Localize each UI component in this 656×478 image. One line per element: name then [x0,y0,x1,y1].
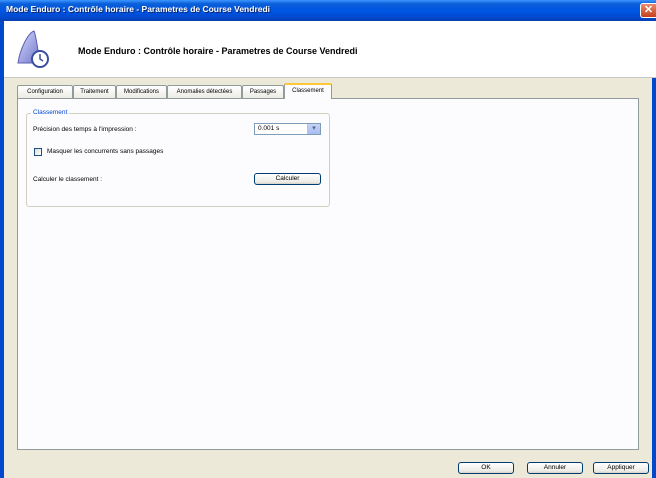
close-button[interactable]: ✕ [640,3,656,18]
ok-button[interactable]: OK [458,462,514,474]
window-frame-left [0,21,4,478]
window-title: Mode Enduro : Contrôle horaire - Paramet… [6,4,271,14]
tab-classement[interactable]: Classement [284,83,332,99]
tab-traitement[interactable]: Traitement [73,85,116,98]
tab-modifications[interactable]: Modifications [116,85,167,98]
dialog-header: Mode Enduro : Contrôle horaire - Paramet… [4,21,656,78]
hide-without-passages-label[interactable]: Masquer les concurrents sans passages [47,148,163,155]
dialog-window: Mode Enduro : Contrôle horaire - Paramet… [0,0,656,478]
precision-select[interactable]: 0.001 s ▾ [254,123,321,135]
cancel-button[interactable]: Annuler [527,462,583,474]
tab-anomalies[interactable]: Anomalies détectées [167,85,242,98]
hide-without-passages-checkbox[interactable] [34,148,42,156]
window-frame-right [652,21,656,478]
precision-label: Précision des temps à l'impression : [33,126,137,133]
chevron-down-icon[interactable]: ▾ [307,124,320,134]
header-title: Mode Enduro : Contrôle horaire - Paramet… [78,46,358,56]
calc-label: Calculer le classement : [33,176,102,183]
title-bar[interactable]: Mode Enduro : Contrôle horaire - Paramet… [0,0,656,21]
calculer-button[interactable]: Calculer [254,173,321,185]
classement-group-title: Classement [31,109,70,116]
tab-passages[interactable]: Passages [242,85,284,98]
precision-value: 0.001 s [258,125,280,132]
app-clock-icon [17,30,49,68]
apply-button[interactable]: Appliquer [593,462,649,474]
tab-configuration[interactable]: Configuration [17,85,73,98]
